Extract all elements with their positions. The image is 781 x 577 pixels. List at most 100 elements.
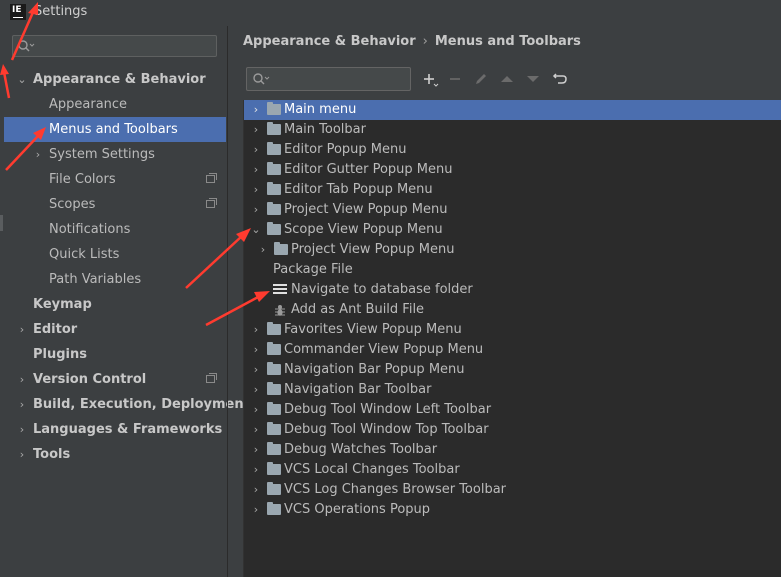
splitter[interactable] <box>227 26 228 577</box>
tree-row[interactable]: Add as Ant Build File <box>244 300 781 320</box>
edit-button[interactable] <box>472 70 490 88</box>
move-down-button[interactable] <box>524 70 542 88</box>
tree-row[interactable]: ⌄ Scope View Popup Menu <box>244 220 781 240</box>
tree-row[interactable]: › Project View Popup Menu <box>244 240 781 260</box>
tree-row[interactable]: › VCS Log Changes Browser Toolbar <box>244 480 781 500</box>
tree-row[interactable]: › Main Toolbar <box>244 120 781 140</box>
folder-icon <box>267 362 281 375</box>
chevron-right-icon[interactable]: › <box>250 140 262 160</box>
search-icon <box>18 40 35 52</box>
sidebar-item-label: File Colors <box>49 172 116 187</box>
sidebar-item-appearance[interactable]: Appearance <box>4 92 226 117</box>
sidebar-item-version-control[interactable]: › Version Control <box>4 367 226 392</box>
tree-row-label: Main Toolbar <box>284 122 366 137</box>
tree-row[interactable]: Package File <box>244 260 781 280</box>
tree-row-label: Main menu <box>284 102 357 117</box>
chevron-right-icon[interactable]: › <box>250 440 262 460</box>
tree-row[interactable]: › Editor Tab Popup Menu <box>244 180 781 200</box>
tree-row[interactable]: › Favorites View Popup Menu <box>244 320 781 340</box>
project-scope-icon <box>206 198 217 208</box>
tree-row-label: Editor Tab Popup Menu <box>284 182 433 197</box>
chevron-right-icon: › <box>19 398 25 411</box>
chevron-right-icon: › <box>19 448 25 461</box>
chevron-right-icon[interactable]: › <box>250 160 262 180</box>
sidebar-item-system-settings[interactable]: › System Settings <box>4 142 226 167</box>
sidebar-item-file-colors[interactable]: File Colors <box>4 167 226 192</box>
sidebar-item-label: Notifications <box>49 222 131 237</box>
tree-row-label: Favorites View Popup Menu <box>284 322 462 337</box>
chevron-right-icon[interactable]: › <box>250 400 262 420</box>
folder-icon <box>267 382 281 395</box>
sidebar-item-languages-frameworks[interactable]: › Languages & Frameworks <box>4 417 226 442</box>
tree-row[interactable]: › Project View Popup Menu <box>244 200 781 220</box>
chevron-right-icon[interactable]: › <box>257 240 269 260</box>
chevron-right-icon[interactable]: › <box>250 120 262 140</box>
tree-row-label: Add as Ant Build File <box>291 302 425 317</box>
sidebar-item-editor[interactable]: › Editor <box>4 317 226 342</box>
chevron-right-icon[interactable]: › <box>250 200 262 220</box>
folder-icon <box>267 182 281 195</box>
sidebar-item-label: Appearance <box>49 97 128 112</box>
tree-row-label: Project View Popup Menu <box>291 242 455 257</box>
title-bar: IE Settings <box>0 0 781 26</box>
chevron-right-icon[interactable]: › <box>250 380 262 400</box>
tree-row-label: Debug Tool Window Left Toolbar <box>284 402 492 417</box>
tree-row[interactable]: › VCS Operations Popup <box>244 500 781 520</box>
sidebar-item-quick-lists[interactable]: Quick Lists <box>4 242 226 267</box>
tree-row-label: Debug Tool Window Top Toolbar <box>284 422 489 437</box>
app-icon: IE <box>10 4 26 20</box>
sidebar-item-build-execution-deployment[interactable]: › Build, Execution, Deployment <box>4 392 250 417</box>
chevron-down-icon[interactable]: ⌄ <box>250 220 262 240</box>
tree-row-label: VCS Log Changes Browser Toolbar <box>284 482 507 497</box>
tree-row[interactable]: › VCS Local Changes Toolbar <box>244 460 781 480</box>
tree-row[interactable]: › Main menu <box>244 100 781 120</box>
tree-row-label: Editor Gutter Popup Menu <box>284 162 453 177</box>
remove-button[interactable] <box>447 70 465 88</box>
chevron-right-icon[interactable]: › <box>250 460 262 480</box>
tree-row[interactable]: › Debug Tool Window Top Toolbar <box>244 420 781 440</box>
folder-icon <box>267 322 281 335</box>
chevron-right-icon[interactable]: › <box>250 420 262 440</box>
tree-row[interactable]: › Navigation Bar Toolbar <box>244 380 781 400</box>
breadcrumb-current: Menus and Toolbars <box>434 34 581 49</box>
sidebar-search-input[interactable] <box>12 35 217 57</box>
menu-icon <box>273 284 287 296</box>
tree-row[interactable]: › Debug Tool Window Left Toolbar <box>244 400 781 420</box>
move-up-button[interactable] <box>498 70 516 88</box>
sidebar-item-notifications[interactable]: Notifications <box>4 217 226 242</box>
chevron-right-icon[interactable]: › <box>250 320 262 340</box>
chevron-right-icon[interactable]: › <box>250 340 262 360</box>
chevron-right-icon[interactable]: › <box>250 480 262 500</box>
tree-row[interactable]: › Editor Gutter Popup Menu <box>244 160 781 180</box>
sidebar-item-label: Menus and Toolbars <box>49 122 178 137</box>
tree-row[interactable]: › Commander View Popup Menu <box>244 340 781 360</box>
sidebar-item-label: Languages & Frameworks <box>33 422 223 437</box>
sidebar-item-path-variables[interactable]: Path Variables <box>4 267 226 292</box>
sidebar-item-menus-and-toolbars[interactable]: Menus and Toolbars <box>4 117 226 142</box>
breadcrumb: Appearance & Behavior › Menus and Toolbars <box>243 34 581 49</box>
chevron-right-icon[interactable]: › <box>250 500 262 520</box>
folder-icon <box>267 222 281 235</box>
sidebar-item-tools[interactable]: › Tools <box>4 442 226 467</box>
tree-search-input[interactable] <box>246 67 411 91</box>
sidebar-item-label: System Settings <box>49 147 155 162</box>
folder-icon <box>267 482 281 495</box>
chevron-right-icon[interactable]: › <box>250 100 262 120</box>
window-edge-marker <box>0 215 3 231</box>
chevron-right-icon[interactable]: › <box>250 180 262 200</box>
sidebar-item-keymap[interactable]: Keymap <box>4 292 226 317</box>
add-button[interactable] <box>421 70 439 88</box>
sidebar-item-appearance-behavior[interactable]: ⌄ Appearance & Behavior <box>4 67 226 92</box>
folder-icon <box>267 462 281 475</box>
tree-row-label: Scope View Popup Menu <box>284 222 443 237</box>
sidebar-item-plugins[interactable]: Plugins <box>4 342 226 367</box>
tree-row[interactable]: › Navigation Bar Popup Menu <box>244 360 781 380</box>
tree-row-label: VCS Operations Popup <box>284 502 431 517</box>
tree-row[interactable]: › Debug Watches Toolbar <box>244 440 781 460</box>
tree-row[interactable]: › Editor Popup Menu <box>244 140 781 160</box>
sidebar-item-label: Build, Execution, Deployment <box>33 397 250 412</box>
tree-row[interactable]: Navigate to database folder <box>244 280 781 300</box>
restore-defaults-button[interactable] <box>551 70 569 88</box>
sidebar-item-scopes[interactable]: Scopes <box>4 192 226 217</box>
chevron-right-icon[interactable]: › <box>250 360 262 380</box>
